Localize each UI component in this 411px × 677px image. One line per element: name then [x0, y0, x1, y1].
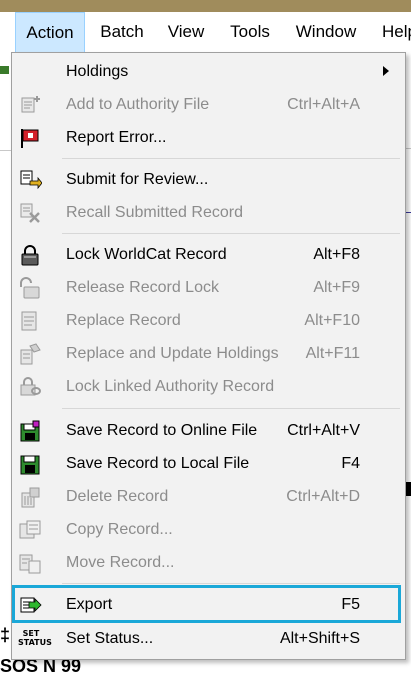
menu-item-replace-and-update-holdings[interactable]: Replace and Update Holdings Alt+F11 — [12, 337, 405, 370]
report-error-flag-icon — [21, 129, 39, 148]
action-dropdown-menu: Holdings Add to Authority File Ctrl+Alt+… — [11, 52, 406, 660]
menu-item-lock-linked-authority-record[interactable]: Lock Linked Authority Record — [12, 370, 405, 403]
window-title-strip — [0, 0, 411, 12]
menu-separator — [62, 233, 400, 234]
export-highlight-box — [12, 585, 401, 623]
add-authority-icon — [21, 96, 40, 113]
bg-fragment-icon — [0, 66, 9, 74]
unlock-icon — [20, 277, 40, 299]
replace-holdings-icon — [20, 343, 41, 365]
recall-record-icon — [20, 203, 40, 223]
menu-item-copy-record[interactable]: Copy Record... — [12, 513, 405, 546]
menu-separator — [62, 583, 400, 584]
save-local-icon — [20, 455, 40, 475]
move-record-icon — [19, 554, 41, 574]
menu-item-submit-for-review[interactable]: Submit for Review... — [12, 163, 405, 196]
menu-item-set-status[interactable]: SET STATUS Set Status... Alt+Shift+S — [12, 622, 405, 655]
menu-item-move-record[interactable]: Move Record... — [12, 546, 405, 579]
menu-item-save-record-local-file[interactable]: Save Record to Local File F4 — [12, 447, 405, 480]
menu-item-holdings[interactable]: Holdings — [12, 55, 405, 88]
menu-batch[interactable]: Batch — [90, 12, 154, 52]
menu-tools[interactable]: Tools — [220, 12, 280, 52]
menu-item-report-error[interactable]: Report Error... — [12, 121, 405, 154]
background-app-left: ‡ — [0, 52, 11, 670]
submenu-arrow-icon — [383, 66, 389, 76]
menu-item-lock-worldcat-record[interactable]: Lock WorldCat Record Alt+F8 — [12, 238, 405, 271]
menu-bar: Action Batch View Tools Window Help — [0, 12, 411, 53]
menu-window[interactable]: Window — [288, 12, 364, 52]
menu-item-recall-submitted-record[interactable]: Recall Submitted Record — [12, 196, 405, 229]
delete-record-icon — [21, 487, 40, 508]
menu-view[interactable]: View — [160, 12, 212, 52]
menu-item-add-to-authority-file[interactable]: Add to Authority File Ctrl+Alt+A — [12, 88, 405, 121]
lock-icon — [21, 245, 39, 266]
copy-record-icon — [19, 520, 41, 539]
menu-item-replace-record[interactable]: Replace Record Alt+F10 — [12, 304, 405, 337]
background-app-right — [406, 52, 411, 670]
replace-record-icon — [21, 311, 37, 331]
set-status-icon: SET STATUS — [18, 629, 52, 647]
lock-linked-icon — [20, 377, 41, 396]
save-online-icon — [20, 420, 40, 442]
menu-action[interactable]: Action — [15, 12, 85, 52]
menu-item-delete-record[interactable]: Delete Record Ctrl+Alt+D — [12, 480, 405, 513]
bg-fragment-text: ‡ — [0, 625, 11, 645]
submit-review-icon — [20, 170, 42, 190]
menu-separator — [62, 408, 400, 409]
menu-separator — [62, 158, 400, 159]
menu-item-release-record-lock[interactable]: Release Record Lock Alt+F9 — [12, 271, 405, 304]
menu-item-save-record-online-file[interactable]: Save Record to Online File Ctrl+Alt+V — [12, 414, 405, 447]
menu-help[interactable]: Help — [374, 12, 411, 52]
